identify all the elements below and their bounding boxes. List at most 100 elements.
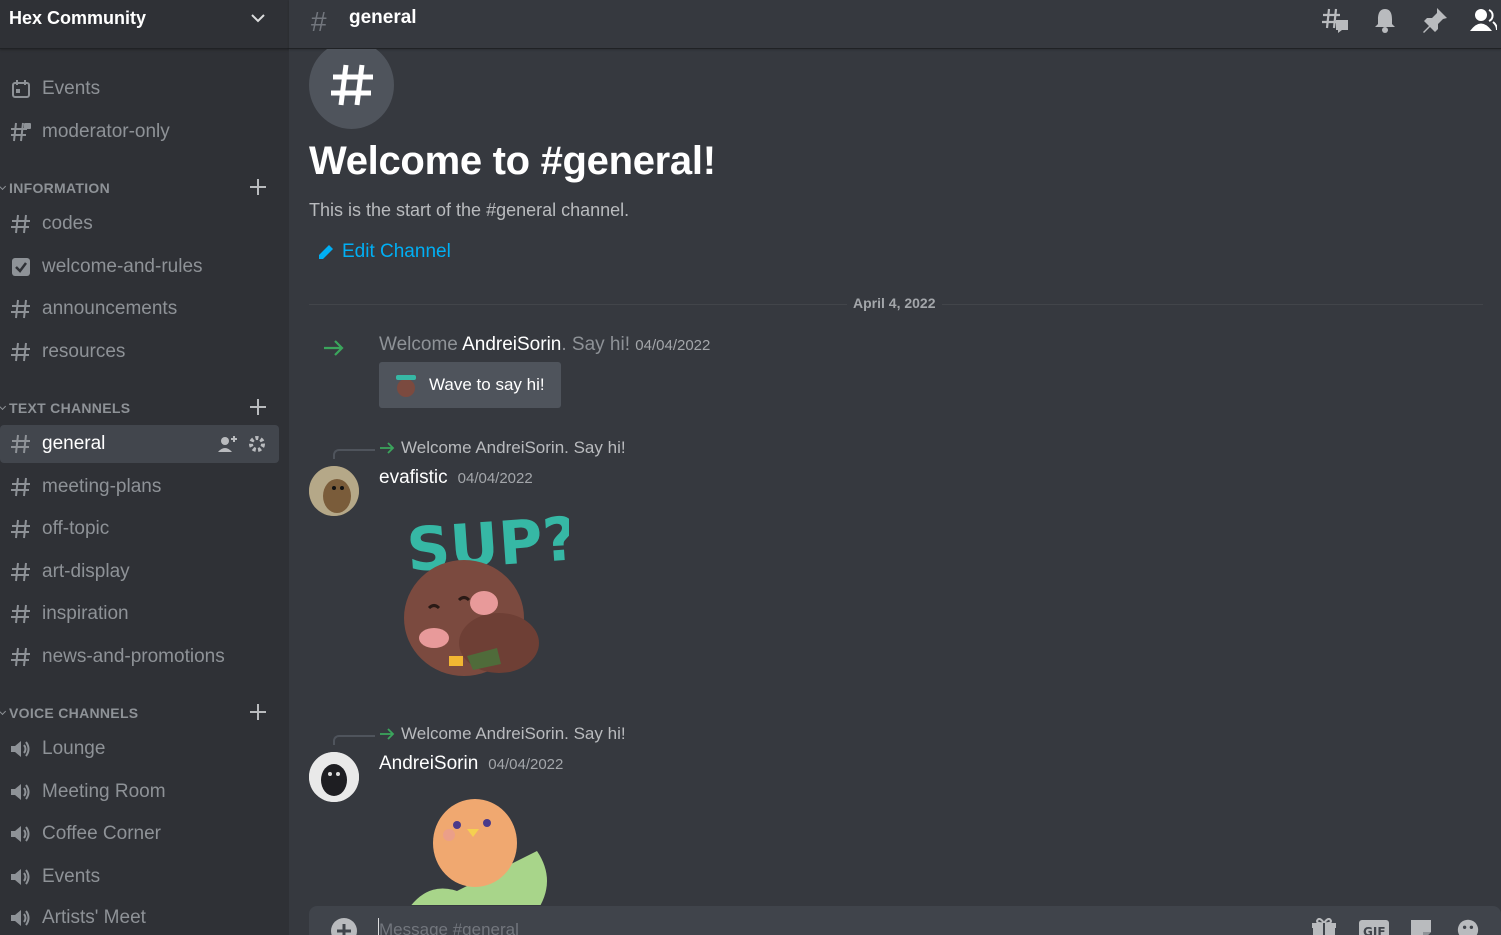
sticker-icon[interactable] [1409, 918, 1435, 935]
gif-label: GIF [1363, 925, 1386, 935]
member-list-icon[interactable] [1469, 6, 1497, 34]
emoji-icon[interactable] [1455, 918, 1481, 935]
channel-hash-icon: # [311, 6, 327, 37]
server-header[interactable]: Hex Community [0, 0, 289, 49]
add-channel-icon[interactable] [248, 177, 268, 197]
edit-channel-link[interactable]: Edit Channel [318, 241, 451, 263]
channel-events[interactable]: Events [0, 70, 279, 108]
reply-arrow-icon [380, 442, 395, 454]
collapse-arrow-icon [0, 182, 7, 191]
add-channel-icon[interactable] [248, 397, 268, 417]
channel-welcome-and-rules[interactable]: welcome-and-rules [0, 248, 279, 286]
channel-resources[interactable]: resources [0, 333, 279, 371]
channel-actions [218, 435, 266, 453]
pencil-icon [319, 245, 333, 259]
timestamp: 04/04/2022 [457, 470, 533, 487]
channel-label: Events [42, 866, 101, 887]
avatar[interactable] [309, 752, 359, 802]
reply-reference[interactable]: Welcome AndreiSorin. Say hi! [379, 436, 626, 460]
channel-off-topic[interactable]: off-topic [0, 510, 279, 548]
gear-icon[interactable] [248, 435, 266, 453]
timestamp: 04/04/2022 [635, 337, 711, 354]
channel-avatar-hash-icon [309, 49, 394, 129]
channel-general[interactable]: general [0, 425, 279, 463]
channel-label: moderator-only [42, 121, 170, 142]
threads-icon[interactable] [1321, 6, 1349, 34]
wave-button-label: Wave to say hi! [429, 375, 545, 394]
message-composer[interactable]: Message #general GIF [309, 906, 1501, 935]
bird-sticker [387, 791, 557, 905]
join-username[interactable]: AndreiSorin [462, 334, 561, 355]
hash-icon [9, 603, 32, 626]
checkbox-icon [9, 256, 32, 279]
message-header: AndreiSorin 04/04/2022 [379, 753, 563, 775]
gift-icon[interactable] [1311, 918, 1337, 935]
avatar[interactable] [309, 466, 359, 516]
channel-moderator-only[interactable]: moderator-only [0, 113, 279, 151]
message-input[interactable]: Message #general [379, 920, 519, 935]
category-label: INFORMATION [9, 180, 111, 196]
speaker-icon [9, 866, 32, 889]
hash-icon [9, 646, 32, 669]
voice-channel-lounge[interactable]: Lounge [0, 730, 279, 768]
hash-icon [9, 476, 32, 499]
speaker-icon [9, 738, 32, 761]
welcome-subtitle: This is the start of the #general channe… [309, 200, 630, 220]
channel-sidebar: Hex Community Events moderator-only INFO… [0, 0, 289, 935]
voice-channel-meeting-room[interactable]: Meeting Room [0, 773, 279, 811]
voice-channel-events[interactable]: Events [0, 858, 279, 896]
channel-label: codes [42, 213, 93, 234]
channel-label: meeting-plans [42, 476, 162, 497]
channel-label: inspiration [42, 603, 129, 624]
join-system-message: Welcome AndreiSorin. Say hi! 04/04/2022 [322, 334, 1422, 364]
channel-inspiration[interactable]: inspiration [0, 595, 279, 633]
voice-channel-artists-meet[interactable]: Artists' Meet [0, 899, 279, 935]
channel-label: Artists' Meet [42, 907, 146, 928]
hash-icon [9, 341, 32, 364]
category-information[interactable]: INFORMATION [0, 178, 289, 198]
chat-area: Welcome to #general! This is the start o… [289, 49, 1501, 905]
hash-icon [9, 298, 32, 321]
reply-connector [333, 449, 375, 459]
reply-text: Welcome AndreiSorin. Say hi! [401, 438, 626, 457]
channel-news-and-promotions[interactable]: news-and-promotions [0, 638, 279, 676]
category-label: TEXT CHANNELS [9, 400, 131, 416]
channel-meeting-plans[interactable]: meeting-plans [0, 468, 279, 506]
channel-label: Meeting Room [42, 781, 166, 802]
channel-codes[interactable]: codes [0, 205, 279, 243]
channel-label: Coffee Corner [42, 823, 161, 844]
channel-announcements[interactable]: announcements [0, 290, 279, 328]
gif-icon[interactable]: GIF [1359, 918, 1389, 935]
channel-label: art-display [42, 561, 130, 582]
collapse-arrow-icon [0, 707, 7, 716]
reply-reference[interactable]: Welcome AndreiSorin. Say hi! [379, 722, 626, 746]
channel-art-display[interactable]: art-display [0, 553, 279, 591]
voice-channel-coffee-corner[interactable]: Coffee Corner [0, 815, 279, 853]
join-text: Welcome AndreiSorin. Say hi! 04/04/2022 [379, 334, 711, 355]
author-name[interactable]: AndreiSorin [379, 753, 478, 775]
hash-icon [9, 518, 32, 541]
upload-plus-icon[interactable] [331, 918, 357, 935]
category-text-channels[interactable]: TEXT CHANNELS [0, 398, 289, 418]
chevron-down-icon [251, 14, 265, 23]
channel-header: # general [289, 0, 1501, 49]
channel-label: off-topic [42, 518, 110, 539]
notification-bell-icon[interactable] [1371, 6, 1399, 34]
hash-icon [9, 433, 32, 456]
channel-label: welcome-and-rules [42, 256, 203, 277]
author-name[interactable]: evafistic [379, 467, 448, 489]
pin-icon[interactable] [1421, 6, 1449, 34]
hash-icon [9, 213, 32, 236]
server-name: Hex Community [9, 8, 147, 28]
wave-to-say-hi-button[interactable]: Wave to say hi! [379, 362, 561, 408]
speaker-icon [9, 823, 32, 846]
join-arrow-icon [324, 340, 344, 356]
invite-user-icon[interactable] [218, 435, 238, 453]
category-label: VOICE CHANNELS [9, 705, 139, 721]
channel-title: general [349, 7, 417, 28]
add-channel-icon[interactable] [248, 702, 268, 722]
speaker-icon [9, 781, 32, 804]
sup-sticker: SUP? [389, 504, 580, 693]
category-voice-channels[interactable]: VOICE CHANNELS [0, 703, 289, 723]
channel-label: resources [42, 341, 126, 362]
